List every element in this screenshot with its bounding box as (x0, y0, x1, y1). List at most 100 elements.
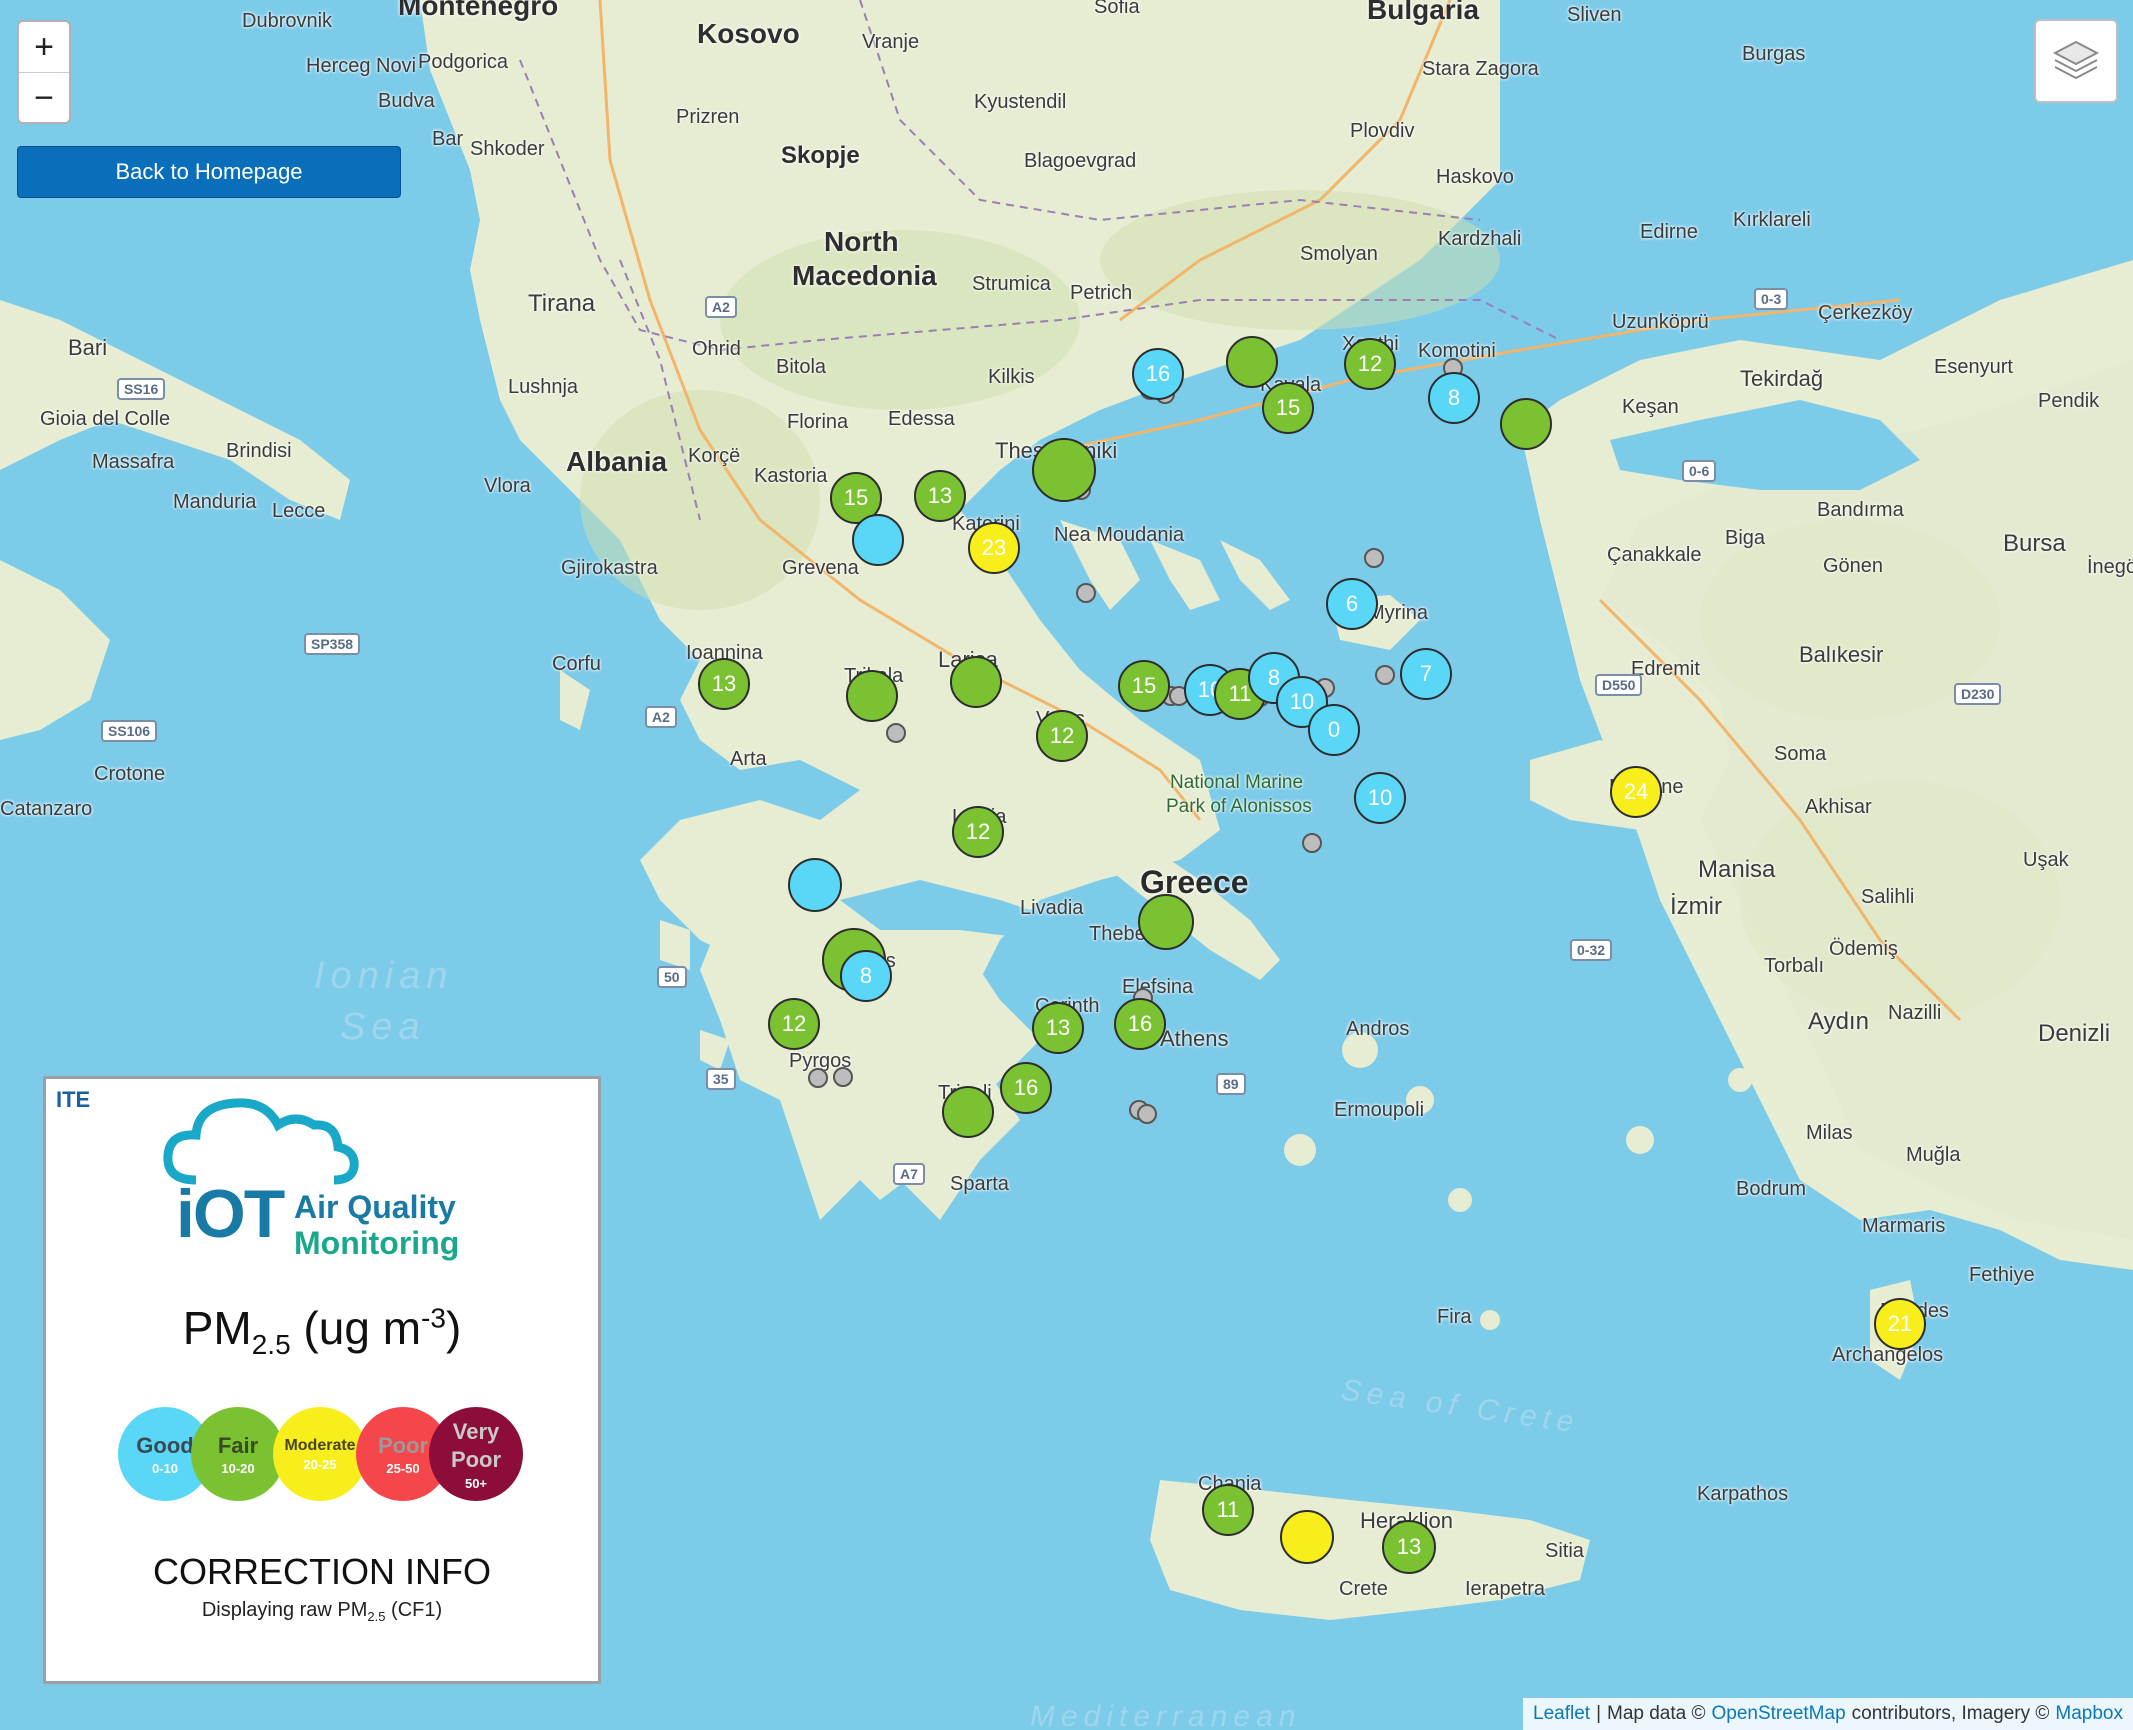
sensor-marker[interactable] (1500, 398, 1552, 450)
label-fira: Fira (1437, 1306, 1472, 1328)
sensor-marker[interactable]: 13 (1382, 1520, 1436, 1574)
sensor-offline-marker[interactable] (1375, 665, 1395, 685)
osm-link[interactable]: OpenStreetMap (1712, 1703, 1846, 1725)
map[interactable]: Montenegro Kosovo Sofia Bulgaria Sliven … (0, 0, 2133, 1730)
sensor-marker[interactable]: 12 (1036, 710, 1088, 762)
label-cerkezkoy: Çerkezköy (1818, 302, 1913, 324)
sensor-offline-marker[interactable] (808, 1068, 828, 1088)
road-shield: 89 (1216, 1073, 1246, 1095)
label-edessa: Edessa (888, 408, 955, 430)
label-park-1: National Marine (1170, 772, 1304, 793)
sensor-marker[interactable]: 12 (952, 806, 1004, 858)
sensor-offline-marker[interactable] (833, 1067, 853, 1087)
iot-logo-text: iOT (176, 1176, 285, 1252)
sensor-marker[interactable]: 12 (1344, 338, 1396, 390)
sensor-marker[interactable] (942, 1086, 994, 1138)
back-to-homepage-button[interactable]: Back to Homepage (17, 146, 401, 198)
label-albania: Albania (566, 446, 668, 477)
road-shield: D550 (1595, 674, 1643, 696)
road-shield: 0-6 (1682, 460, 1717, 482)
label-bandirma: Bandırma (1817, 499, 1904, 521)
label-tirana: Tirana (528, 290, 596, 317)
sensor-marker[interactable]: 21 (1874, 1298, 1926, 1350)
label-torbali: Torbalı (1764, 955, 1825, 977)
sensor-marker[interactable]: 13 (698, 658, 750, 710)
label-biga: Biga (1725, 527, 1766, 549)
sensor-offline-marker[interactable] (1076, 583, 1096, 603)
sensor-marker[interactable]: 10 (1354, 772, 1406, 824)
label-crotone: Crotone (94, 763, 166, 785)
road-shield: 0-3 (1754, 288, 1789, 310)
sensor-marker[interactable]: 11 (1202, 1484, 1254, 1536)
label-catanzaro: Catanzaro (0, 798, 93, 820)
label-north-macedonia-2: Macedonia (792, 260, 937, 291)
sensor-marker[interactable]: 13 (914, 470, 966, 522)
sensor-marker[interactable] (950, 656, 1002, 708)
road-shield: SS106 (101, 720, 158, 742)
sensor-marker[interactable]: 7 (1400, 648, 1452, 700)
attribution-map-data: Map data © (1607, 1703, 1706, 1724)
sensor-marker[interactable]: 0 (1308, 704, 1360, 756)
label-aydin: Aydın (1808, 1008, 1869, 1035)
label-kosovo: Kosovo (697, 18, 800, 49)
zoom-out-button[interactable]: − (19, 73, 69, 123)
sensor-offline-marker[interactable] (1302, 833, 1322, 853)
label-fethiye: Fethiye (1969, 1264, 2035, 1286)
label-livadia: Livadia (1020, 897, 1084, 919)
label-ermoupoli: Ermoupoli (1334, 1099, 1425, 1121)
label-vlora: Vlora (484, 475, 531, 497)
sensor-offline-marker[interactable] (1137, 1104, 1157, 1124)
sensor-marker[interactable]: 15 (1262, 382, 1314, 434)
sensor-marker[interactable] (1280, 1510, 1334, 1564)
label-inegol: İnegöl (2087, 556, 2133, 578)
legend-panel: ITE iOT Air Quality Monitoring PM2.5 (ug… (43, 1076, 601, 1684)
sensor-offline-marker[interactable] (1364, 548, 1384, 568)
mapbox-link[interactable]: Mapbox (2055, 1703, 2123, 1725)
label-skopje: Skopje (781, 142, 860, 169)
road-shield: 35 (706, 1068, 736, 1090)
sensor-marker[interactable]: 12 (768, 998, 820, 1050)
sensor-marker[interactable] (1138, 894, 1194, 950)
label-pendik: Pendik (2038, 390, 2100, 412)
sensor-marker[interactable]: 16 (1000, 1062, 1052, 1114)
sensor-marker[interactable]: 24 (1610, 766, 1662, 818)
label-north-macedonia-1: North (824, 226, 899, 257)
label-bursa: Bursa (2003, 530, 2066, 557)
layers-button[interactable] (2034, 19, 2118, 103)
label-bari: Bari (68, 335, 108, 360)
sensor-marker[interactable]: 13 (1032, 1002, 1084, 1054)
logo-line-1: Air Quality (294, 1189, 456, 1225)
sensor-marker[interactable]: 8 (840, 950, 892, 1002)
label-smolyan: Smolyan (1300, 243, 1378, 265)
road-shield: A2 (645, 706, 677, 728)
zoom-in-button[interactable]: + (19, 22, 69, 73)
sensor-offline-marker[interactable] (886, 723, 906, 743)
attribution-sep: | (1596, 1703, 1601, 1724)
label-ierapetra: Ierapetra (1465, 1578, 1546, 1600)
label-mediterranean: Mediterranean (1030, 1700, 1302, 1730)
label-athens: Athens (1160, 1026, 1229, 1051)
label-prizren: Prizren (676, 106, 740, 128)
label-nazilli: Nazilli (1888, 1002, 1942, 1024)
label-vranje: Vranje (862, 31, 920, 53)
label-kastoria: Kastoria (754, 465, 828, 487)
sensor-marker[interactable]: 8 (1428, 372, 1480, 424)
pm-unit-title: PM2.5 (ug m-3) (182, 1302, 462, 1361)
label-karpathos: Karpathos (1697, 1483, 1789, 1505)
sensor-marker[interactable]: 16 (1114, 998, 1166, 1050)
label-blagoevgrad: Blagoevgrad (1024, 150, 1137, 172)
label-denizli: Denizli (2038, 1020, 2111, 1047)
sensor-marker[interactable] (846, 670, 898, 722)
sensor-marker[interactable]: 15 (1118, 660, 1170, 712)
sensor-marker[interactable]: 6 (1326, 578, 1378, 630)
leaflet-link[interactable]: Leaflet (1533, 1703, 1590, 1725)
label-uzunkopru: Uzunköprü (1612, 311, 1709, 333)
sensor-marker[interactable] (788, 858, 842, 912)
sensor-marker[interactable] (852, 514, 904, 566)
sensor-marker[interactable] (1032, 438, 1096, 502)
sensor-marker[interactable]: 23 (968, 522, 1020, 574)
sensor-marker[interactable]: 16 (1132, 348, 1184, 400)
label-izmir: İzmir (1670, 893, 1722, 920)
sensor-marker[interactable] (1226, 336, 1278, 388)
label-kardzhali: Kardzhali (1438, 228, 1522, 250)
